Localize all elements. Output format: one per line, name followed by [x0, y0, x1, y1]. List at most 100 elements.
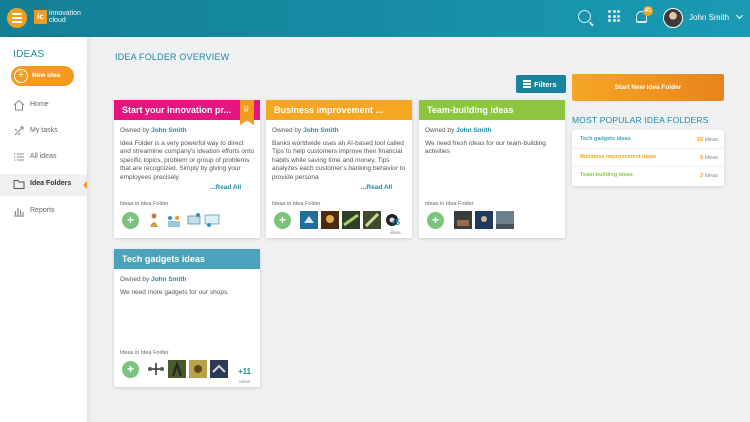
popular-folder-name[interactable]: Business improvement ideas: [580, 154, 656, 160]
sidebar-item-label: All ideas: [30, 153, 57, 160]
more-ideas-count[interactable]: +11 ideas: [238, 361, 251, 384]
logo-line-2: cloud: [49, 17, 66, 24]
start-new-idea-folder-button[interactable]: Start New Idea Folder: [572, 74, 724, 101]
read-all-link[interactable]: ...Read All: [360, 184, 393, 193]
card-title[interactable]: Start your innovation pr...: [114, 100, 260, 120]
popular-folder-count: 3 Ideas: [700, 173, 718, 179]
sidebar-item-label: Idea Folders: [30, 180, 72, 187]
sidebar-item-idea-folders[interactable]: Idea Folders: [0, 174, 87, 196]
card-title[interactable]: Business improvement ...: [266, 100, 412, 120]
owner-name[interactable]: John Smith: [151, 127, 186, 134]
idea-thumbnail[interactable]: [165, 211, 183, 229]
popular-folder-item[interactable]: Team-building ideas 3 Ideas: [572, 167, 724, 185]
list-icon: [14, 153, 24, 161]
idea-thumbnail[interactable]: [321, 211, 339, 229]
search-icon[interactable]: [578, 10, 591, 23]
avatar[interactable]: [663, 8, 683, 28]
add-idea-button[interactable]: +: [122, 212, 139, 229]
idea-thumbnail[interactable]: [168, 360, 186, 378]
idea-thumbnail[interactable]: [189, 360, 207, 378]
sidebar-item-label: Home: [30, 101, 49, 108]
sidebar-item-home[interactable]: Home: [0, 95, 87, 117]
idea-thumbnail[interactable]: [147, 360, 165, 378]
apps-grid-icon[interactable]: [608, 10, 620, 22]
idea-thumbnail[interactable]: [210, 360, 228, 378]
logo-text[interactable]: innovation cloud: [49, 10, 81, 24]
add-idea-button[interactable]: +: [122, 361, 139, 378]
popular-folder-count-unit: Ideas: [703, 137, 718, 143]
sidebar-item-label: Reports: [30, 207, 55, 214]
idea-thumbnail[interactable]: [454, 211, 472, 229]
filters-label: Filters: [534, 80, 557, 89]
home-icon: [13, 99, 25, 111]
hamburger-menu-icon[interactable]: [7, 8, 27, 28]
card-title[interactable]: Tech gadgets ideas: [114, 249, 260, 269]
plus-icon: +: [14, 69, 28, 83]
description-text: Banks worldwide uses an AI-based tool ca…: [272, 140, 406, 181]
card-description: We need more gadgets for our shops.: [120, 289, 230, 297]
popular-folder-count: 15 Ideas: [697, 137, 718, 143]
idea-thumbnail[interactable]: [496, 211, 514, 229]
add-idea-button[interactable]: +: [427, 212, 444, 229]
description-text: Idea Folder is a very powerful way to di…: [120, 140, 255, 181]
more-ideas-number: +5: [390, 218, 400, 227]
notification-badge: 41: [643, 6, 653, 16]
bar-chart-icon: [14, 208, 24, 217]
idea-thumbnail[interactable]: [342, 211, 360, 229]
more-ideas-unit: ideas: [239, 379, 250, 384]
user-name[interactable]: John Smith: [689, 13, 729, 22]
popular-folder-count-unit: Ideas: [703, 173, 718, 179]
idea-thumbnail[interactable]: [145, 211, 163, 229]
popular-folders-title: MOST POPULAR IDEA FOLDERS: [572, 115, 709, 125]
popular-folder-name[interactable]: Team-building ideas: [580, 172, 633, 178]
more-ideas-unit: ideas: [390, 230, 401, 235]
tasks-icon: [14, 126, 24, 136]
owned-by-prefix: Owned by: [425, 127, 457, 134]
idea-folder-card[interactable]: Tech gadgets ideas Owned by John Smith W…: [114, 249, 260, 387]
idea-folder-card[interactable]: Start your innovation pr... Owned by Joh…: [114, 100, 260, 294]
new-idea-label: New idea: [32, 72, 61, 79]
popular-folders-list: Tech gadgets ideas 15 Ideas Business imp…: [572, 130, 724, 186]
owned-by: Owned by John Smith: [272, 127, 338, 134]
new-idea-button[interactable]: + New idea: [11, 66, 74, 86]
ideas-in-folder-label: Ideas in Idea Folder: [120, 201, 169, 207]
owned-by-prefix: Owned by: [272, 127, 304, 134]
folder-icon: [13, 180, 25, 189]
more-ideas-number: +11: [238, 367, 252, 376]
top-bar: ic innovation cloud 41 John Smith: [0, 0, 750, 37]
idea-folder-card[interactable]: Business improvement ... Owned by John S…: [266, 100, 412, 238]
chevron-down-icon[interactable]: [735, 11, 744, 20]
owned-by: Owned by John Smith: [120, 127, 186, 134]
trophy-icon: [240, 100, 254, 125]
owned-by: Owned by John Smith: [120, 276, 186, 283]
description-text: We need more gadgets for our shops.: [120, 289, 229, 296]
read-all-link[interactable]: ...Read All: [209, 184, 242, 193]
idea-thumbnail[interactable]: [300, 211, 318, 229]
card-title[interactable]: Team-building ideas: [419, 100, 565, 120]
filter-icon: [523, 80, 531, 88]
sidebar-item-my-tasks[interactable]: My tasks: [0, 121, 87, 143]
sidebar-item-label: My tasks: [30, 127, 58, 134]
logo-mark[interactable]: ic: [34, 10, 47, 24]
idea-folder-card[interactable]: Team-building ideas Owned by John Smith …: [419, 100, 565, 238]
owned-by-prefix: Owned by: [120, 127, 152, 134]
idea-thumbnail[interactable]: [203, 211, 221, 229]
idea-thumbnail[interactable]: [185, 211, 203, 229]
page-title: IDEA FOLDER OVERVIEW: [115, 52, 230, 62]
popular-folder-item[interactable]: Business improvement ideas 9 Ideas: [572, 149, 724, 167]
filters-button[interactable]: Filters: [516, 75, 566, 93]
more-ideas-count[interactable]: +5 ideas: [390, 212, 401, 235]
owned-by-prefix: Owned by: [120, 276, 152, 283]
popular-folder-count-unit: Ideas: [703, 155, 718, 161]
owner-name[interactable]: John Smith: [303, 127, 338, 134]
owner-name[interactable]: John Smith: [151, 276, 186, 283]
popular-folder-item[interactable]: Tech gadgets ideas 15 Ideas: [572, 131, 724, 149]
sidebar-item-all-ideas[interactable]: All ideas: [0, 147, 87, 169]
owner-name[interactable]: John Smith: [456, 127, 491, 134]
add-idea-button[interactable]: +: [274, 212, 291, 229]
idea-thumbnail[interactable]: [363, 211, 381, 229]
idea-thumbnail[interactable]: [475, 211, 493, 229]
popular-folder-name[interactable]: Tech gadgets ideas: [580, 136, 631, 142]
sidebar-item-reports[interactable]: Reports: [0, 201, 87, 223]
sidebar-title: IDEAS: [13, 49, 45, 60]
